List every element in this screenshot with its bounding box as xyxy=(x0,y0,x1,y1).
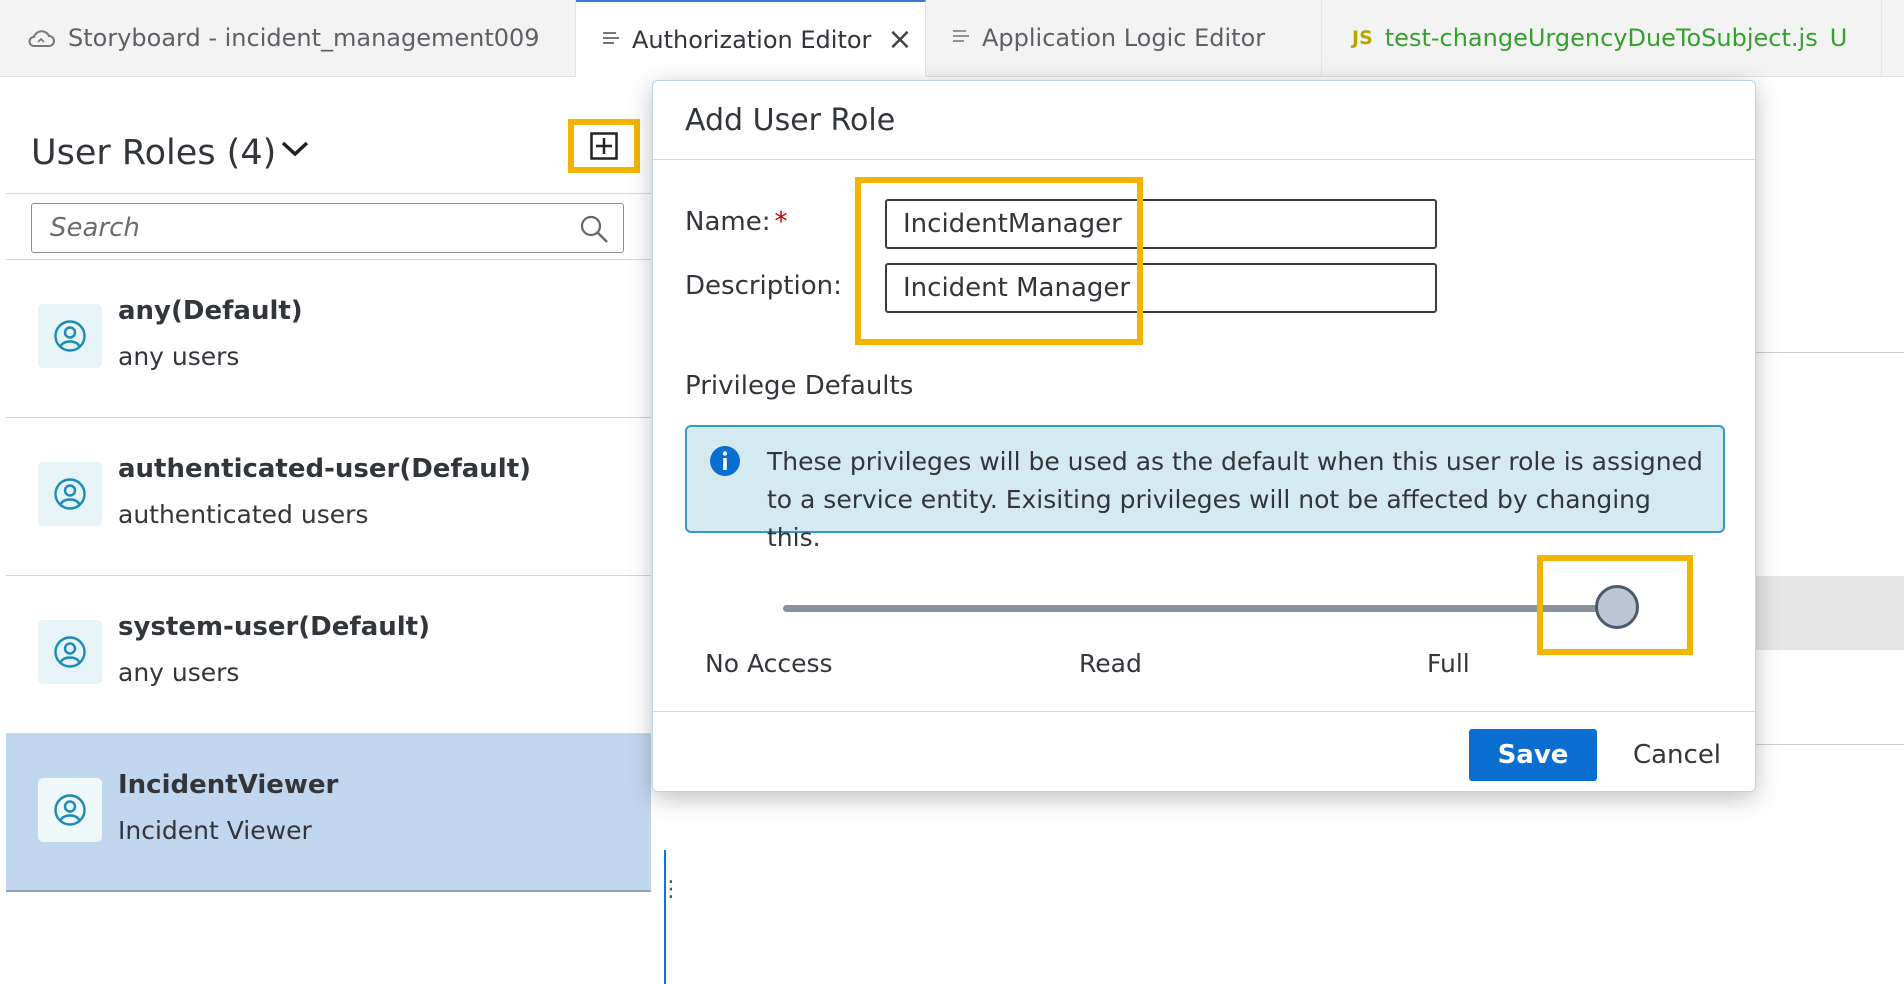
tab-label: Storyboard - incident_management009 xyxy=(68,24,540,52)
name-label: Name: * xyxy=(685,207,787,237)
user-icon xyxy=(38,462,102,526)
name-label-text: Name: xyxy=(685,207,771,237)
document-lines-icon xyxy=(602,30,620,50)
user-icon xyxy=(38,778,102,842)
slider-label-full: Full xyxy=(1427,649,1470,678)
cancel-button[interactable]: Cancel xyxy=(1617,729,1737,781)
user-icon xyxy=(38,620,102,684)
divider xyxy=(653,159,1755,160)
list-item[interactable]: system-user(Default) any users xyxy=(6,576,651,734)
privilege-slider-handle[interactable] xyxy=(1595,585,1639,629)
role-description: any users xyxy=(118,658,240,687)
info-message: These privileges will be used as the def… xyxy=(685,425,1725,552)
list-item-selected[interactable]: IncidentViewer Incident Viewer xyxy=(6,734,651,892)
tab-application-logic-editor[interactable]: Application Logic Editor xyxy=(926,0,1322,76)
role-name: system-user(Default) xyxy=(118,612,430,642)
background-row xyxy=(1756,576,1904,650)
privilege-slider-track[interactable] xyxy=(783,605,1609,612)
editor-tab-bar: Storyboard - incident_management009 Auth… xyxy=(0,0,1904,77)
add-user-role-button[interactable] xyxy=(568,119,640,173)
info-icon xyxy=(709,445,741,481)
close-icon[interactable]: × xyxy=(887,24,912,55)
slider-label-read: Read xyxy=(1079,649,1142,678)
list-item[interactable]: any(Default) any users xyxy=(6,260,651,418)
name-field[interactable] xyxy=(885,199,1437,249)
add-user-role-dialog: Add User Role Name:* Description: Privil… xyxy=(652,80,1756,792)
panel-title: User Roles (4) xyxy=(31,133,277,173)
panel-splitter[interactable] xyxy=(664,850,666,984)
slider-label-no-access: No Access xyxy=(705,649,833,678)
description-label: Description: xyxy=(685,271,842,301)
js-icon: JS xyxy=(1352,27,1373,49)
tab-authorization-editor[interactable]: Authorization Editor × xyxy=(576,0,926,77)
role-name: any(Default) xyxy=(118,296,303,326)
chevron-down-icon[interactable] xyxy=(280,139,310,163)
divider xyxy=(1756,352,1904,353)
role-name: authenticated-user(Default) xyxy=(118,454,532,484)
tab-label: Authorization Editor xyxy=(632,25,872,54)
role-description: Incident Viewer xyxy=(118,816,312,845)
role-description: authenticated users xyxy=(118,500,369,529)
save-button[interactable]: Save xyxy=(1469,729,1597,781)
user-roles-panel: User Roles (4) any(Default) any users au… xyxy=(6,77,651,984)
untracked-badge: U xyxy=(1829,24,1848,52)
info-text: These privileges will be used as the def… xyxy=(767,447,1703,552)
user-icon xyxy=(38,304,102,368)
list-item[interactable]: authenticated-user(Default) authenticate… xyxy=(6,418,651,576)
add-icon xyxy=(590,132,618,160)
tab-test-js-file[interactable]: JS test-changeUrgencyDueToSubject.js U xyxy=(1322,0,1882,76)
tab-storyboard[interactable]: Storyboard - incident_management009 xyxy=(0,0,576,76)
role-name: IncidentViewer xyxy=(118,770,339,800)
tab-label: test-changeUrgencyDueToSubject.js xyxy=(1384,24,1818,52)
divider xyxy=(653,711,1755,712)
role-description: any users xyxy=(118,342,240,371)
search-field[interactable] xyxy=(31,203,624,253)
search-icon[interactable] xyxy=(579,214,609,248)
required-marker: * xyxy=(774,207,788,237)
search-input[interactable] xyxy=(48,212,572,244)
tab-label: Application Logic Editor xyxy=(982,24,1266,52)
dialog-title: Add User Role xyxy=(685,103,896,138)
document-lines-icon xyxy=(952,28,970,48)
cloud-icon xyxy=(26,27,56,49)
description-field[interactable] xyxy=(885,263,1437,313)
drag-handle-icon[interactable]: ⋮ xyxy=(660,879,682,901)
divider xyxy=(6,193,651,194)
privilege-defaults-label: Privilege Defaults xyxy=(685,371,914,401)
